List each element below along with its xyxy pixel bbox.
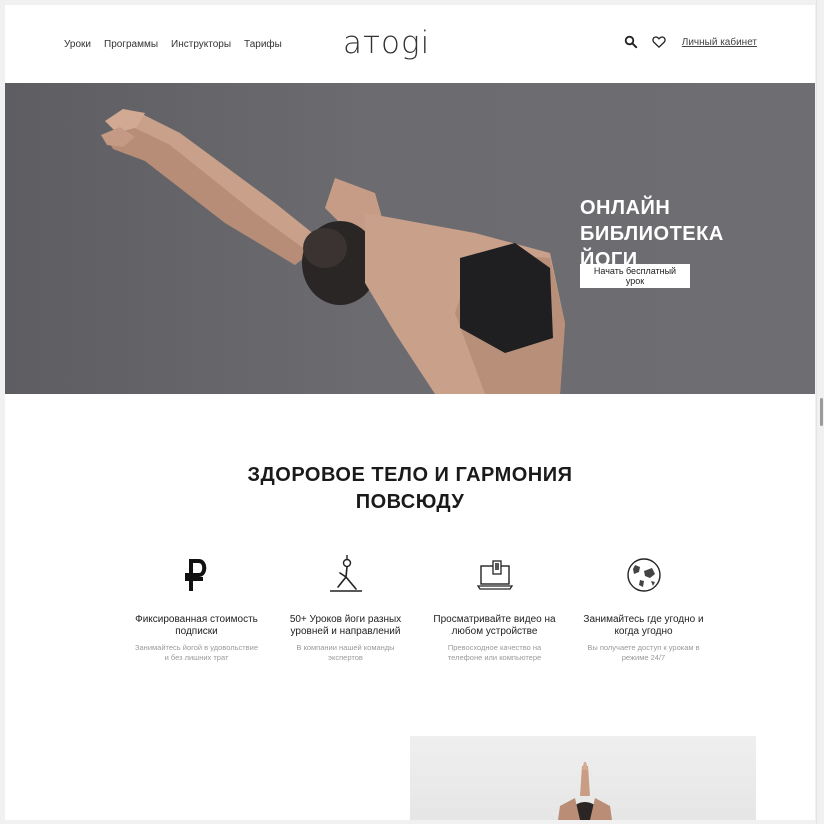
- search-icon[interactable]: [624, 35, 638, 49]
- start-free-lesson-button[interactable]: Начать бесплатный урок: [580, 264, 690, 288]
- section-title-line2: ПОВСЮДУ: [355, 491, 465, 513]
- main-nav: Уроки Программы Инструкторы Тарифы: [64, 39, 282, 50]
- page-edge-divider: [816, 0, 817, 824]
- site-header: Уроки Программы Инструкторы Тарифы aтogi…: [5, 5, 815, 83]
- section-title-line1: ЗДОРОВОЕ ТЕЛО И ГАРМОНИЯ: [247, 464, 573, 486]
- feature-desc: В компании нашей команды экспертов: [296, 643, 395, 662]
- feature-item: Просматривайте видео на любом устройстве…: [420, 550, 569, 663]
- feature-title: Занимайтесь где угодно и когда угодно: [583, 614, 704, 637]
- scrollbar-thumb[interactable]: [820, 398, 823, 426]
- devices-icon: [420, 550, 569, 600]
- feature-desc: Занимайтесь йогой в удовольствие и без л…: [134, 643, 259, 662]
- feature-title: Фиксированная стоимость подписки: [135, 614, 258, 637]
- feature-item: Занимайтесь где угодно и когда угодно Вы…: [569, 550, 718, 663]
- globe-icon: [569, 550, 718, 600]
- hero-banner: ОНЛАЙН БИБЛИОТЕКА ЙОГИ Начать бесплатный…: [5, 83, 815, 394]
- nav-item-programs[interactable]: Программы: [104, 39, 158, 50]
- landing-page: Уроки Программы Инструкторы Тарифы aтogi…: [5, 5, 815, 820]
- header-actions: Личный кабинет: [624, 35, 757, 49]
- nav-item-pricing[interactable]: Тарифы: [244, 39, 282, 50]
- feature-desc: Превосходное качество на телефоне или ко…: [447, 643, 542, 662]
- personal-account-link[interactable]: Личный кабинет: [682, 37, 757, 48]
- hero-title-line1: ОНЛАЙН БИБЛИОТЕКА: [580, 197, 724, 245]
- heart-icon[interactable]: [652, 35, 666, 49]
- feature-item: Фиксированная стоимость подписки Занимай…: [122, 550, 271, 663]
- yoga-pose-icon: [271, 550, 420, 600]
- hero-title: ОНЛАЙН БИБЛИОТЕКА ЙОГИ: [580, 195, 815, 273]
- nav-item-instructors[interactable]: Инструкторы: [171, 39, 231, 50]
- ruble-icon: [122, 550, 271, 600]
- site-logo[interactable]: aтogi: [343, 25, 430, 61]
- section-title: ЗДОРОВОЕ ТЕЛО И ГАРМОНИЯ ПОВСЮДУ: [5, 462, 815, 516]
- features-row: Фиксированная стоимость подписки Занимай…: [122, 550, 718, 663]
- feature-title: 50+ Уроков йоги разных уровней и направл…: [289, 614, 402, 637]
- nav-item-lessons[interactable]: Уроки: [64, 39, 91, 50]
- feature-title: Просматривайте видео на любом устройстве: [433, 614, 556, 637]
- yoga-photo-preview: [410, 736, 756, 820]
- feature-desc: Вы получаете доступ к урокам в режиме 24…: [587, 643, 700, 662]
- feature-item: 50+ Уроков йоги разных уровней и направл…: [271, 550, 420, 663]
